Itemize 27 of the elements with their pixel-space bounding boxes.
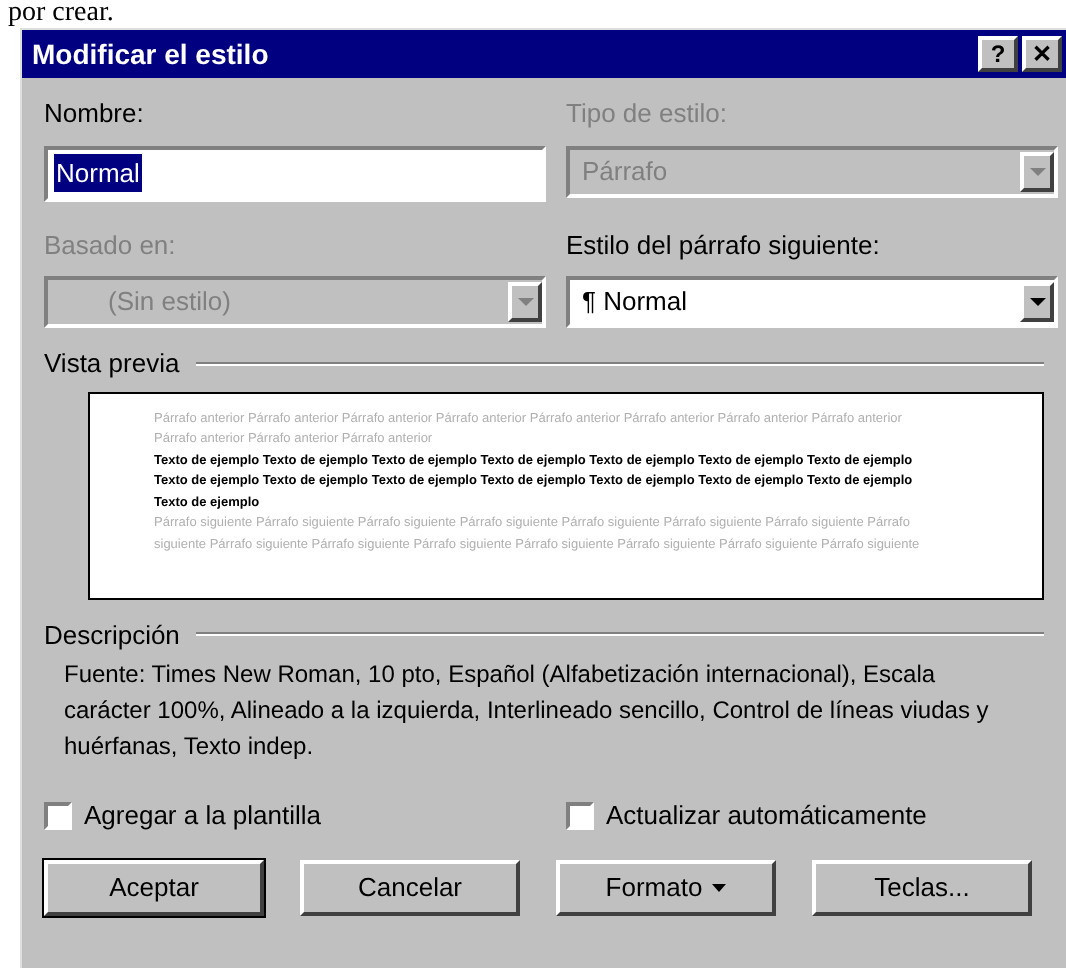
caret-icon [1029,167,1045,175]
dialog-button[interactable]: Cancelar [300,859,520,915]
dialog-button[interactable]: Aceptar [44,859,264,915]
caret-icon [712,883,727,891]
checkbox[interactable] [566,801,594,830]
dialog-button[interactable]: Formato [556,859,776,915]
close-button[interactable]: ✕ [1022,36,1062,72]
caret-icon [1029,298,1045,306]
document-text: por crear. [6,0,116,28]
description-text: Fuente: Times New Roman, 10 pto, Español (Alfabetización internacional), Escala carácter 100%, Alineado a la izquierda, Interlineado sencillo, Control de líneas viudas y huérfanas, Texto indep. [62,658,991,764]
name-label: Nombre: [44,96,146,132]
name-field[interactable]: Normal [44,145,546,201]
dialog-button[interactable]: Teclas... [812,859,1032,915]
checkbox-label[interactable]: Actualizar automáticamente [606,796,927,835]
based-on-label: Basado en: [44,227,178,263]
checkbox[interactable] [44,801,72,830]
checkbox-label[interactable]: Agregar a la plantilla [84,796,322,835]
name-value: Normal [54,153,142,193]
description-label: Descripción [44,617,180,654]
caret-icon [517,298,533,306]
window-title: Modificar el estilo [32,35,269,73]
style-type-label: Tipo de estilo: [566,96,729,132]
next-style-label: Estilo del párrafo siguiente: [566,227,882,264]
preview-label: Vista previa [44,346,180,382]
help-button[interactable]: ? [978,36,1018,72]
dropdown-button[interactable] [1020,282,1054,322]
style-dropdown[interactable]: ¶ Normal [566,276,1058,328]
